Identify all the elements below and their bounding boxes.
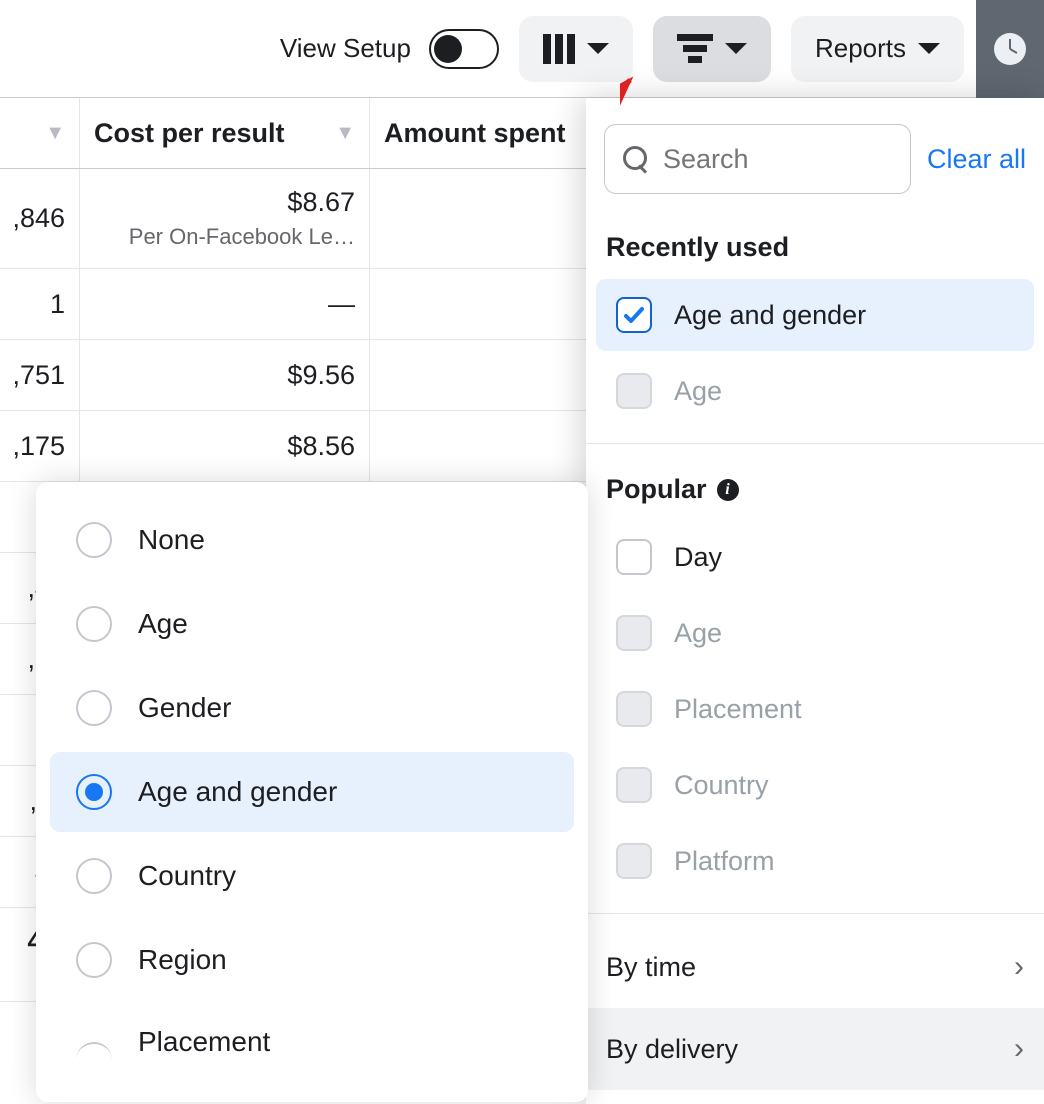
- radio-label: Gender: [138, 692, 231, 724]
- col-header-cost-per-result[interactable]: Cost per result ▼: [80, 98, 370, 168]
- checkbox-icon: [616, 843, 652, 879]
- radio-label: Region: [138, 944, 227, 976]
- breakdown-radio-popup: None Age Gender Age and gender Country Region…: [36, 482, 588, 1102]
- cell-cost: $8.56: [80, 411, 370, 481]
- reports-button[interactable]: Reports: [791, 16, 964, 82]
- columns-button[interactable]: [519, 16, 633, 82]
- cell-value: ,175: [0, 411, 80, 481]
- clock-icon[interactable]: [994, 33, 1026, 65]
- radio-label: None: [138, 524, 205, 556]
- breakdown-radio-option[interactable]: Region: [50, 920, 574, 1000]
- columns-icon: [543, 34, 575, 64]
- breakdown-category-row[interactable]: By delivery ›: [586, 1008, 1044, 1090]
- radio-icon: [76, 774, 112, 810]
- checkbox-icon: [616, 539, 652, 575]
- search-icon: [623, 146, 649, 172]
- view-setup-toggle[interactable]: [429, 29, 499, 69]
- breakdown-check-option[interactable]: Day: [596, 521, 1034, 593]
- view-setup-group: View Setup: [280, 29, 499, 69]
- breakdown-check-option: Age: [596, 597, 1034, 669]
- radio-icon: [76, 606, 112, 642]
- checkbox-icon: [616, 297, 652, 333]
- breakdown-radio-option[interactable]: None: [50, 500, 574, 580]
- chevron-down-icon: [918, 43, 940, 54]
- checkbox-icon: [616, 615, 652, 651]
- breakdown-icon: [677, 34, 713, 63]
- section-title-recent: Recently used: [586, 214, 1044, 275]
- chevron-down-icon: [725, 43, 747, 54]
- cell-cost: $9.56: [80, 340, 370, 410]
- breakdown-button[interactable]: [653, 16, 771, 82]
- nav-label: By delivery: [606, 1034, 738, 1065]
- check-label: Placement: [674, 694, 802, 725]
- search-input[interactable]: [663, 144, 892, 175]
- check-label: Age and gender: [674, 300, 866, 331]
- check-label: Age: [674, 618, 722, 649]
- radio-label: Country: [138, 860, 236, 892]
- cell-cost: —: [80, 269, 370, 339]
- chevron-right-icon: ›: [1014, 1032, 1024, 1066]
- check-label: Platform: [674, 846, 775, 877]
- radio-icon: [76, 522, 112, 558]
- cell-value: 1: [0, 269, 80, 339]
- checkbox-icon: [616, 373, 652, 409]
- breakdown-radio-option[interactable]: Age: [50, 584, 574, 664]
- radio-icon: [76, 690, 112, 726]
- cell-cost: $8.67Per On-Facebook Le…: [80, 169, 370, 268]
- chevron-down-icon: [587, 43, 609, 54]
- breakdown-category-row[interactable]: By time ›: [586, 926, 1044, 1008]
- col-header-1[interactable]: ▼: [0, 98, 80, 168]
- toggle-knob: [434, 35, 462, 63]
- sort-icon: ▼: [335, 122, 355, 145]
- cell-value: ,751: [0, 340, 80, 410]
- reports-label: Reports: [815, 33, 906, 64]
- info-icon[interactable]: i: [717, 479, 739, 501]
- breakdown-radio-option[interactable]: Age and gender: [50, 752, 574, 832]
- check-label: Age: [674, 376, 722, 407]
- breakdown-check-option: Age: [596, 355, 1034, 427]
- cell-value: ,846: [0, 169, 80, 268]
- breakdown-side-panel: Clear all Recently used Age and gender Ag…: [586, 98, 1044, 1104]
- radio-icon: [76, 1042, 112, 1060]
- sort-icon: ▼: [45, 122, 65, 145]
- breakdown-radio-option[interactable]: Gender: [50, 668, 574, 748]
- radio-label: Age: [138, 608, 188, 640]
- breakdown-check-option: Country: [596, 749, 1034, 821]
- checkbox-icon: [616, 691, 652, 727]
- activity-sidebar: [976, 0, 1044, 98]
- section-title-popular: Popular i: [586, 456, 1044, 517]
- radio-label: Placement: [138, 1026, 270, 1058]
- breakdown-check-option: Placement: [596, 673, 1034, 745]
- breakdown-check-option: Platform: [596, 825, 1034, 897]
- radio-icon: [76, 858, 112, 894]
- radio-icon: [76, 942, 112, 978]
- nav-label: By time: [606, 952, 696, 983]
- clear-all-link[interactable]: Clear all: [927, 144, 1026, 175]
- chevron-right-icon: ›: [1014, 950, 1024, 984]
- search-box[interactable]: [604, 124, 911, 194]
- toolbar: View Setup Reports: [0, 0, 1044, 98]
- breakdown-radio-option[interactable]: Country: [50, 836, 574, 916]
- checkbox-icon: [616, 767, 652, 803]
- check-label: Day: [674, 542, 722, 573]
- radio-label: Age and gender: [138, 776, 337, 808]
- breakdown-radio-option[interactable]: Placement: [50, 1004, 574, 1080]
- check-label: Country: [674, 770, 769, 801]
- breakdown-check-option[interactable]: Age and gender: [596, 279, 1034, 351]
- view-setup-label: View Setup: [280, 33, 411, 64]
